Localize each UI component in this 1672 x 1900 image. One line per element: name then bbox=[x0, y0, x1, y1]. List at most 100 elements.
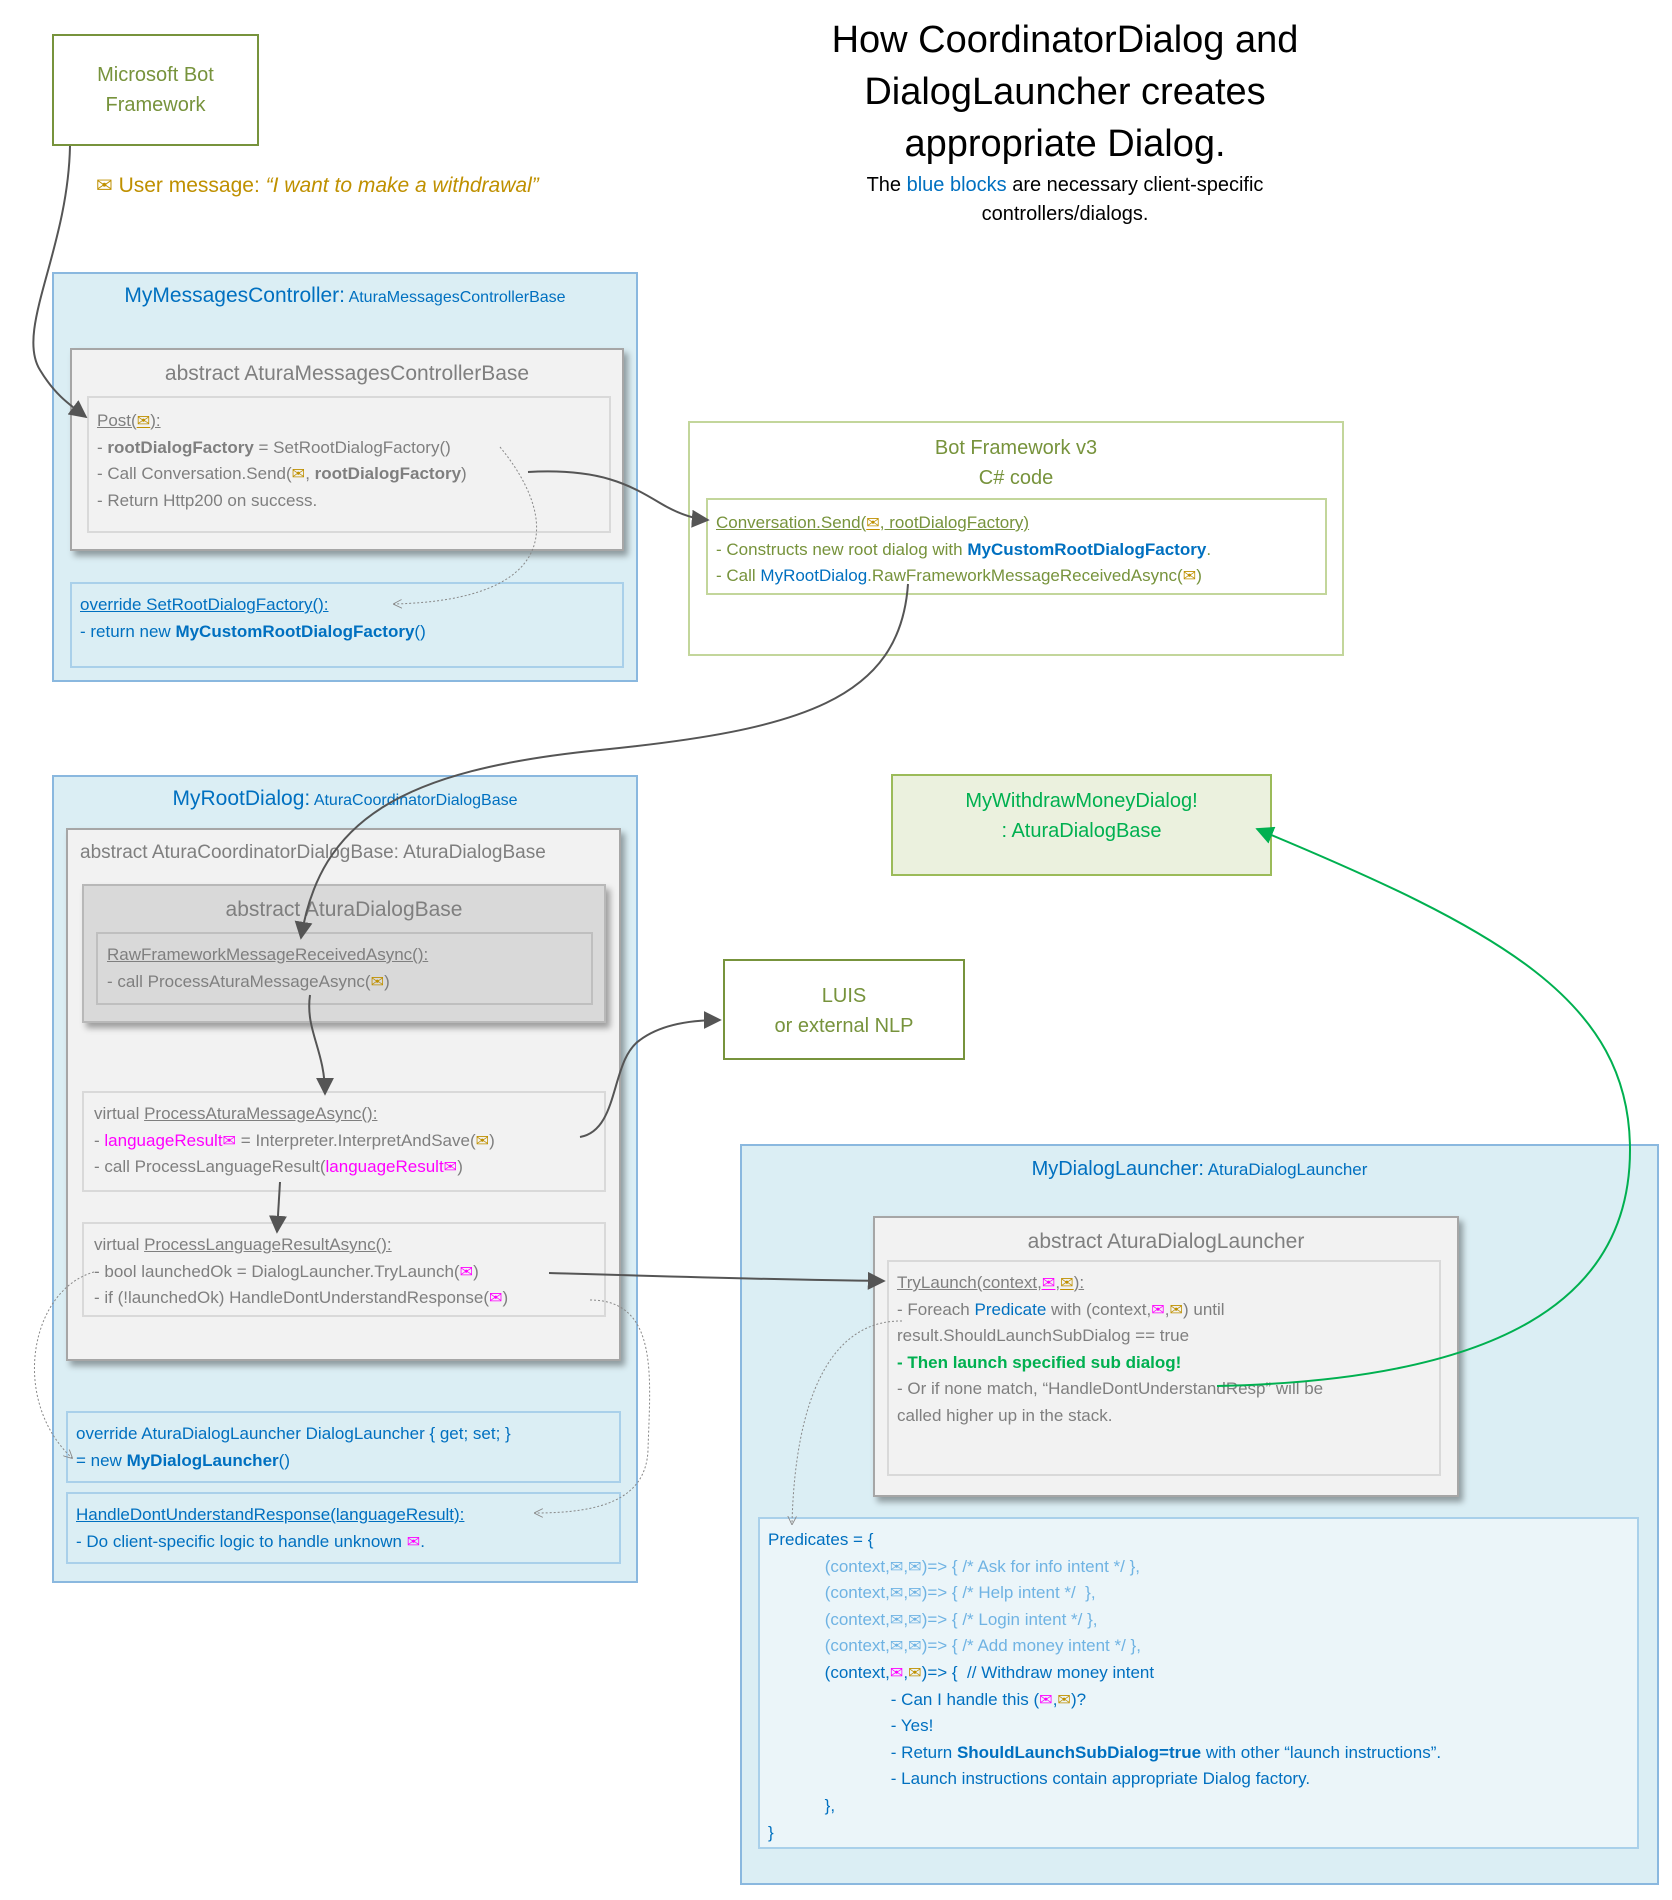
code-text: - Or if none match, “HandleDontUnderstan… bbox=[897, 1379, 1324, 1399]
envelope-icon: ✉ bbox=[908, 1663, 922, 1682]
code-text: languageResult bbox=[325, 1157, 444, 1177]
code-text: .RawFrameworkMessageReceivedAsync( bbox=[867, 566, 1183, 586]
block-title: MyDialogLauncher: AturaDialogLauncher bbox=[742, 1158, 1657, 1181]
box-title: abstract AturaCoordinatorDialogBase: Atu… bbox=[80, 842, 546, 863]
code-text: Post( bbox=[97, 411, 137, 430]
process-language-lines: virtual ProcessLanguageResultAsync(): - b… bbox=[94, 1232, 508, 1312]
predicate-lines: Predicates = { (context,✉,✉)=> { /* Ask … bbox=[768, 1527, 1441, 1846]
title-line: appropriate Dialog. bbox=[904, 123, 1226, 165]
code-text: Predicates = { bbox=[768, 1530, 874, 1549]
code-line: - Do client-specific logic to handle unk… bbox=[76, 1529, 464, 1556]
code-line: - bool launchedOk = DialogLauncher.TryLa… bbox=[94, 1259, 508, 1286]
user-message-quote: “I want to make a withdrawal” bbox=[265, 174, 539, 197]
code-text: - bbox=[94, 1130, 105, 1150]
code-text: MyCustomRootDialogFactory bbox=[967, 539, 1207, 559]
code-text: MyDialogLauncher bbox=[126, 1450, 279, 1470]
bot-framework-node: Microsoft Bot Framework bbox=[52, 34, 259, 146]
code-text: with other “launch instructions”. bbox=[1201, 1742, 1442, 1762]
code-line: - Foreach Predicate with (context,✉,✉) u… bbox=[897, 1297, 1323, 1324]
code-line: Post(✉): bbox=[97, 408, 467, 435]
block-title-name: MyRootDialog: bbox=[172, 787, 311, 810]
code-text: (context, bbox=[824, 1636, 890, 1656]
code-text: - call ProcessAturaMessageAsync( bbox=[107, 971, 371, 991]
code-line: called higher up in the stack. bbox=[897, 1403, 1323, 1430]
override-launcher-lines: override AturaDialogLauncher DialogLaunc… bbox=[76, 1421, 511, 1474]
code-line: - if (!launchedOk) HandleDontUnderstandR… bbox=[94, 1285, 508, 1312]
subtitle-text: The bbox=[866, 174, 907, 196]
envelope-icon: ✉ bbox=[1060, 1274, 1074, 1292]
envelope-icon: ✉ bbox=[222, 1131, 237, 1150]
code-line: - rootDialogFactory = SetRootDialogFacto… bbox=[97, 435, 467, 462]
code-text: TryLaunch(context, bbox=[897, 1273, 1042, 1292]
block-title: MyRootDialog: AturaCoordinatorDialogBase bbox=[54, 787, 636, 811]
title-line: How CoordinatorDialog and bbox=[831, 19, 1299, 61]
diagram-title: How CoordinatorDialog and DialogLauncher… bbox=[700, 14, 1430, 170]
code-line: - Call Conversation.Send(✉, rootDialogFa… bbox=[97, 461, 467, 488]
code-line: - languageResult✉ = Interpreter.Interpre… bbox=[94, 1128, 495, 1155]
code-text: (context, bbox=[824, 1583, 890, 1603]
envelope-icon: ✉ bbox=[889, 1610, 904, 1629]
code-text: )=> { // Withdraw money intent bbox=[921, 1662, 1155, 1682]
box-title: abstract AturaDialogLauncher bbox=[1027, 1230, 1305, 1253]
code-text: (context, bbox=[768, 1662, 890, 1682]
code-line: - Or if none match, “HandleDontUnderstan… bbox=[897, 1376, 1323, 1403]
code-line: RawFrameworkMessageReceivedAsync(): bbox=[107, 942, 428, 969]
subtitle-text: controllers/dialogs. bbox=[981, 203, 1149, 225]
block-title-name: MyMessagesController: bbox=[124, 284, 345, 307]
code-text: virtual bbox=[94, 1104, 145, 1123]
code-line: - call ProcessLanguageResult(languageRes… bbox=[94, 1154, 495, 1181]
post-method-lines: Post(✉): - rootDialogFactory = SetRootDia… bbox=[97, 408, 467, 514]
code-text: )=> { /* Help intent */ }, bbox=[921, 1583, 1096, 1603]
code-text: override AturaDialogLauncher DialogLaunc… bbox=[76, 1424, 511, 1443]
user-message-label: ✉ User message: “I want to make a withdr… bbox=[96, 173, 539, 198]
code-line: - call ProcessAturaMessageAsync(✉) bbox=[107, 969, 428, 996]
envelope-icon: ✉ bbox=[96, 175, 113, 197]
code-line: - Launch instructions contain appropriat… bbox=[768, 1766, 1441, 1793]
envelope-icon: ✉ bbox=[908, 1637, 922, 1656]
code-line: (context,✉,✉)=> { /* Ask for info intent… bbox=[768, 1554, 1441, 1581]
node-label: LUIS bbox=[821, 985, 867, 1007]
code-line: (context,✉,✉)=> { // Withdraw money inte… bbox=[768, 1660, 1441, 1687]
envelope-icon: ✉ bbox=[136, 412, 151, 430]
code-text: MyCustomRootDialogFactory bbox=[175, 621, 415, 641]
handle-dont-understand-box: HandleDontUnderstandResponse(languageRes… bbox=[66, 1492, 621, 1564]
block-title-line: C# code bbox=[978, 467, 1054, 489]
code-text: languageResult bbox=[104, 1130, 223, 1150]
block-title-name: MyDialogLauncher: bbox=[1031, 1158, 1204, 1180]
process-language-result-box: virtual ProcessLanguageResultAsync(): - b… bbox=[82, 1222, 606, 1317]
code-text: Conversation.Send( bbox=[716, 513, 867, 532]
envelope-icon: ✉ bbox=[908, 1610, 922, 1629]
code-line: override SetRootDialogFactory(): bbox=[80, 592, 426, 619]
code-text: MyRootDialog bbox=[760, 566, 868, 586]
envelope-icon: ✉ bbox=[908, 1584, 922, 1603]
code-text: result.ShouldLaunchSubDialog == true bbox=[897, 1326, 1190, 1346]
code-text: - Can I handle this ( bbox=[768, 1689, 1040, 1709]
code-line: (context,✉,✉)=> { /* Help intent */ }, bbox=[768, 1580, 1441, 1607]
code-text: called higher up in the stack. bbox=[897, 1405, 1113, 1425]
raw-framework-message-box: RawFrameworkMessageReceivedAsync(): - cal… bbox=[96, 932, 593, 1005]
code-text: ) bbox=[1196, 566, 1202, 586]
code-text: ) bbox=[461, 464, 467, 484]
code-text: - Call Conversation.Send( bbox=[97, 464, 292, 484]
block-title-line: Bot Framework v3 bbox=[934, 437, 1098, 459]
code-text: = SetRootDialogFactory() bbox=[253, 437, 451, 457]
code-text: = Interpreter.InterpretAndSave( bbox=[236, 1130, 476, 1150]
override-set-root-dialog-factory-box: override SetRootDialogFactory(): - return… bbox=[70, 582, 624, 668]
node-label: or external NLP bbox=[774, 1015, 914, 1037]
override-lines: override SetRootDialogFactory(): - return… bbox=[80, 592, 426, 645]
process-message-lines: virtual ProcessAturaMessageAsync(): - lan… bbox=[94, 1101, 495, 1181]
envelope-icon: ✉ bbox=[488, 1289, 503, 1308]
envelope-icon: ✉ bbox=[1151, 1300, 1165, 1319]
envelope-icon: ✉ bbox=[459, 1262, 474, 1281]
code-text: - Do client-specific logic to handle unk… bbox=[76, 1531, 407, 1551]
block-title-base: AturaDialogLauncher bbox=[1203, 1160, 1368, 1179]
code-text: - Return Http200 on success. bbox=[97, 490, 318, 510]
envelope-icon: ✉ bbox=[406, 1532, 421, 1551]
box-title: abstract AturaDialogBase bbox=[225, 898, 463, 921]
code-line: Conversation.Send(✉, rootDialogFactory) bbox=[716, 510, 1211, 537]
raw-lines: RawFrameworkMessageReceivedAsync(): - cal… bbox=[107, 942, 428, 995]
code-line: - Return ShouldLaunchSubDialog=true with… bbox=[768, 1740, 1441, 1767]
code-line: virtual ProcessAturaMessageAsync(): bbox=[94, 1101, 495, 1128]
